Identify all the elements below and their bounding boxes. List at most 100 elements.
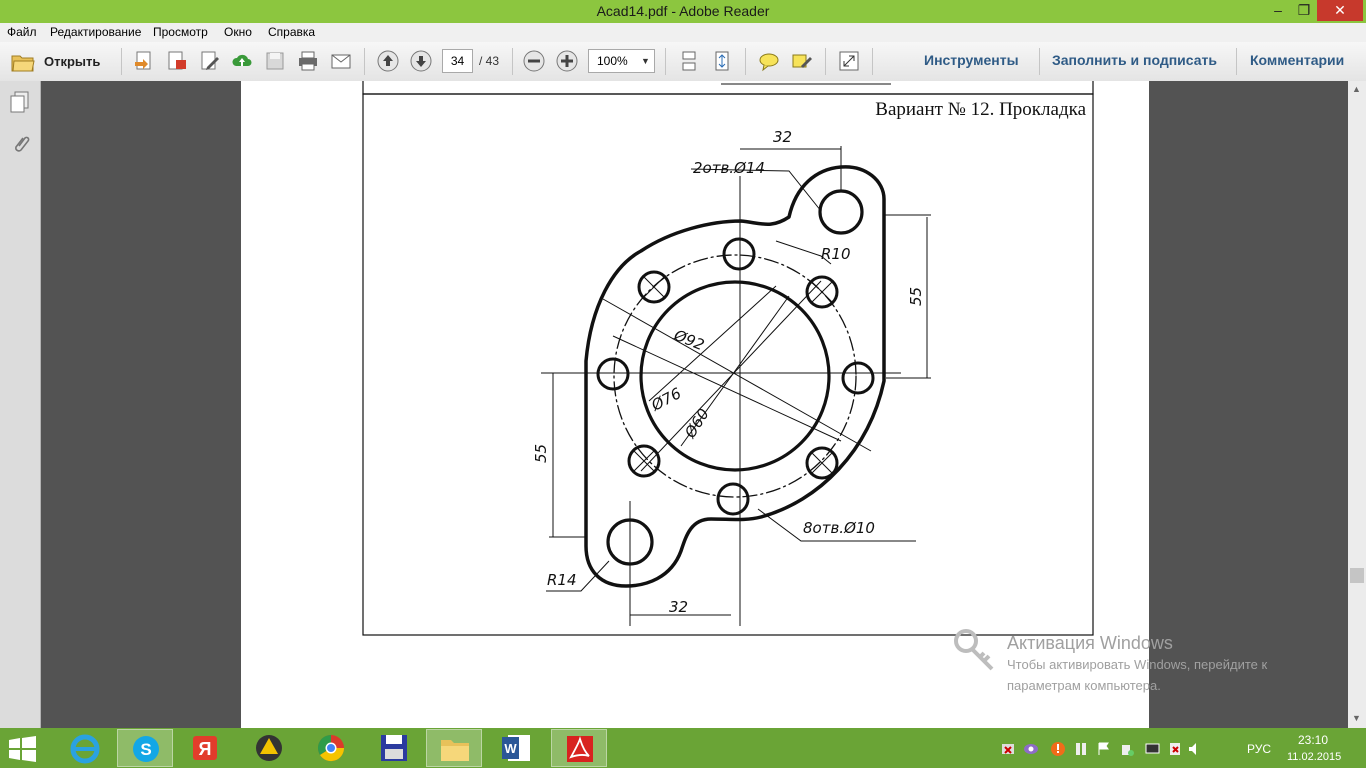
svg-text:Я: Я <box>199 739 212 759</box>
floppy-icon <box>381 735 407 761</box>
export-pdf-icon[interactable] <box>166 50 188 72</box>
language-indicator[interactable]: РУС <box>1247 742 1271 756</box>
taskbar-yandex[interactable]: Я <box>177 729 233 767</box>
page-total: / 43 <box>479 54 500 68</box>
taskbar-save-app[interactable] <box>366 729 422 767</box>
word-icon: W <box>502 735 530 761</box>
yandex-browser-icon: Я <box>193 736 217 760</box>
expand-icon[interactable] <box>838 50 860 72</box>
dim-holes-8: 8отв.Ø10 <box>803 519 875 537</box>
toolbar-separator <box>745 48 746 75</box>
zoom-out-icon[interactable] <box>523 50 545 72</box>
menu-file[interactable]: Файл <box>7 24 37 41</box>
svg-text:W: W <box>504 741 517 756</box>
chevron-down-icon: ▼ <box>641 56 650 66</box>
toolbar-separator <box>872 48 873 75</box>
zoom-value: 100% <box>597 54 628 68</box>
scrollbar-thumb[interactable] <box>1350 568 1364 583</box>
comments-link[interactable]: Комментарии <box>1250 52 1344 68</box>
print-icon[interactable] <box>297 50 319 72</box>
dim-right-55: 55 <box>907 287 925 306</box>
toolbar-separator <box>1039 48 1040 75</box>
tray-device-icon <box>1076 743 1086 755</box>
dim-bottom-32: 32 <box>669 598 688 616</box>
folder-icon <box>11 55 35 72</box>
dim-r14: R14 <box>547 571 577 589</box>
dim-left-55: 55 <box>532 444 550 463</box>
taskbar-explorer[interactable] <box>426 729 482 767</box>
scroll-mode-icon[interactable] <box>678 50 700 72</box>
vertical-scrollbar[interactable] <box>1348 81 1366 728</box>
adobe-reader-icon <box>567 736 593 762</box>
taskbar-skype[interactable]: S <box>117 729 173 767</box>
skype-icon: S <box>133 736 159 762</box>
menu-help[interactable]: Справка <box>268 24 315 41</box>
zoom-select[interactable]: 100% ▼ <box>588 49 655 73</box>
open-label: Открыть <box>44 54 101 69</box>
toolbar-separator <box>512 48 513 75</box>
minimize-button[interactable]: – <box>1265 0 1291 21</box>
create-pdf-icon[interactable] <box>133 50 155 72</box>
tools-link[interactable]: Инструменты <box>924 52 1019 68</box>
dim-holes-2: 2отв.Ø14 <box>693 159 765 177</box>
activation-title: Активация Windows <box>1007 633 1173 653</box>
toolbar-separator <box>121 48 122 75</box>
dim-top-32: 32 <box>773 128 792 146</box>
comment-icon[interactable] <box>758 50 780 72</box>
highlight-icon[interactable] <box>791 50 813 72</box>
close-button[interactable]: ✕ <box>1317 0 1363 21</box>
tray-usb-icon <box>1122 745 1134 756</box>
tray-network-icon <box>1002 744 1014 754</box>
pages-panel-icon[interactable] <box>9 90 31 114</box>
clock-time[interactable]: 23:10 <box>1298 733 1328 747</box>
navigation-pane <box>0 81 41 728</box>
previous-page-icon[interactable] <box>377 50 399 72</box>
page-number-input[interactable]: 34 <box>442 49 473 73</box>
fit-page-icon[interactable] <box>711 50 733 72</box>
taskbar-app-yellow[interactable] <box>241 729 297 767</box>
open-button[interactable]: Открыть <box>8 50 108 74</box>
chrome-icon <box>317 734 345 762</box>
taskbar-word[interactable]: W <box>488 729 544 767</box>
dim-d60: Ø60 <box>681 405 713 442</box>
clock-date[interactable]: 11.02.2015 <box>1287 751 1341 763</box>
tray-icons[interactable] <box>1000 740 1200 758</box>
cloud-upload-icon[interactable] <box>231 50 253 72</box>
taskbar-ie[interactable] <box>57 729 113 767</box>
variant-title: Вариант № 12. Прокладка <box>875 99 1086 120</box>
zoom-in-icon[interactable] <box>556 50 578 72</box>
triangle-app-icon <box>256 735 282 761</box>
toolbar-separator <box>665 48 666 75</box>
dim-r10: R10 <box>821 245 851 263</box>
tray-eye-icon <box>1024 744 1038 754</box>
tray-volume-icon <box>1189 743 1196 755</box>
scroll-down-arrow-icon[interactable]: ▼ <box>1352 713 1361 723</box>
internet-explorer-icon <box>70 734 100 764</box>
menu-view[interactable]: Просмотр <box>153 24 208 41</box>
fill-sign-link[interactable]: Заполнить и подписать <box>1052 52 1217 68</box>
menu-edit[interactable]: Редактирование <box>50 24 141 41</box>
toolbar-separator <box>1236 48 1237 75</box>
taskbar-chrome[interactable] <box>303 729 359 767</box>
activation-line2: параметрам компьютера. <box>1007 678 1161 693</box>
technical-drawing: Вариант № 12. Прокладка 32 2отв.Ø14 R10 … <box>362 81 1094 636</box>
dim-d92: Ø92 <box>671 326 707 355</box>
toolbar-separator <box>825 48 826 75</box>
edit-pdf-icon[interactable] <box>199 50 221 72</box>
maximize-button[interactable]: ❐ <box>1291 0 1317 21</box>
next-page-icon[interactable] <box>410 50 432 72</box>
save-icon[interactable] <box>264 50 286 72</box>
taskbar-adobe-reader[interactable] <box>551 729 607 767</box>
activation-line1: Чтобы активировать Windows, перейдите к <box>1007 657 1268 672</box>
email-icon[interactable] <box>330 50 352 72</box>
attachments-panel-icon[interactable] <box>9 133 31 157</box>
svg-text:S: S <box>140 740 151 759</box>
scroll-up-arrow-icon[interactable]: ▲ <box>1352 84 1361 94</box>
key-watermark-icon <box>954 629 994 671</box>
tray-flag-error-icon <box>1170 743 1180 755</box>
file-explorer-icon <box>441 740 469 761</box>
windows-start-icon[interactable] <box>7 735 39 763</box>
menu-window[interactable]: Окно <box>224 24 252 41</box>
window-title: Acad14.pdf - Adobe Reader <box>596 3 770 19</box>
tray-alert-icon <box>1051 742 1065 756</box>
